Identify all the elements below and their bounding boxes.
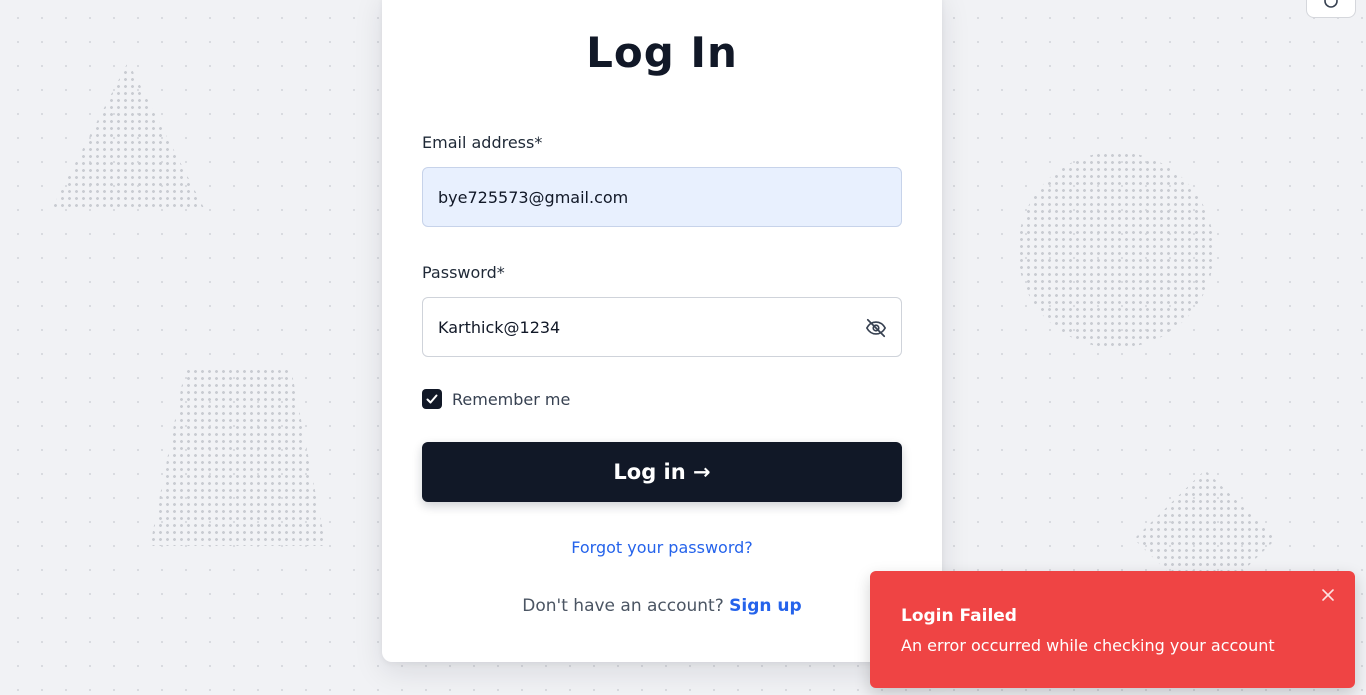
remember-label: Remember me	[452, 389, 571, 409]
password-label: Password*	[422, 263, 505, 282]
no-account-text: Don't have an account?	[522, 596, 724, 616]
settings-icon	[1324, 0, 1338, 8]
background-triangle-pattern	[52, 62, 204, 208]
password-field[interactable]: Karthick@1234	[422, 297, 902, 357]
background-trapezoid-pattern	[150, 368, 326, 546]
eye-off-icon[interactable]	[865, 317, 887, 339]
toast-title: Login Failed	[901, 606, 1017, 626]
signup-prompt: Don't have an account? Sign up	[382, 596, 942, 616]
login-card: Log In Email address* bye725573@gmail.co…	[382, 0, 942, 662]
email-value: bye725573@gmail.com	[438, 187, 629, 207]
error-toast: Login Failed An error occurred while che…	[870, 571, 1355, 688]
remember-checkbox[interactable]	[422, 389, 442, 409]
close-icon[interactable]	[1321, 588, 1335, 602]
login-button[interactable]: Log in →	[422, 442, 902, 502]
signup-link[interactable]: Sign up	[729, 596, 802, 616]
remember-me[interactable]: Remember me	[422, 389, 570, 409]
toast-message: An error occurred while checking your ac…	[901, 636, 1275, 655]
theme-toggle-button[interactable]	[1306, 0, 1356, 18]
background-circle-pattern	[1018, 152, 1214, 348]
email-label: Email address*	[422, 133, 543, 152]
password-value: Karthick@1234	[438, 317, 561, 337]
page-title: Log In	[586, 28, 738, 77]
check-icon	[426, 394, 438, 404]
forgot-password-link[interactable]: Forgot your password?	[382, 538, 942, 557]
email-field[interactable]: bye725573@gmail.com	[422, 167, 902, 227]
